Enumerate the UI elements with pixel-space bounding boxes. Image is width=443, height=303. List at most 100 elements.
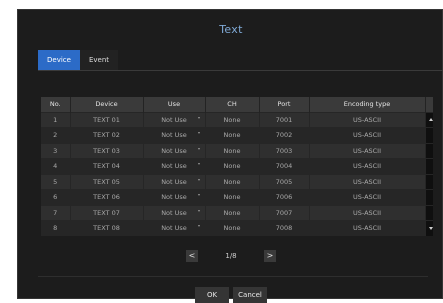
- row-use-select[interactable]: Not Use: [143, 111, 206, 128]
- tab-device[interactable]: Device: [38, 50, 80, 70]
- dialog-buttons: OK Cancel: [18, 287, 443, 303]
- row-use-select[interactable]: Not Use: [143, 173, 206, 190]
- table-row[interactable]: 3 TEXT 03 Not Use None 7003 US-ASCII: [41, 142, 433, 159]
- device-table: No. Device Use CH Port Encoding type 1 T…: [41, 97, 433, 236]
- row-encoding[interactable]: US-ASCII: [309, 189, 426, 205]
- arrow-down-icon: [428, 227, 433, 230]
- header-no: No.: [41, 97, 71, 112]
- cancel-button[interactable]: Cancel: [233, 287, 267, 303]
- row-no: 1: [41, 111, 71, 128]
- dropdown-arrow-icon: [197, 116, 200, 119]
- row-use-value: Not Use: [161, 224, 187, 233]
- row-port[interactable]: 7001: [259, 111, 310, 128]
- footer-divider: [38, 276, 428, 277]
- arrow-up-icon: [428, 117, 433, 121]
- row-no: 7: [41, 204, 71, 221]
- row-ch[interactable]: None: [205, 142, 260, 159]
- table-header-row: No. Device Use CH Port Encoding type: [41, 97, 433, 112]
- dialog-title: Text: [219, 23, 243, 36]
- row-encoding[interactable]: US-ASCII: [309, 220, 426, 236]
- dropdown-arrow-icon: [197, 209, 200, 212]
- row-port[interactable]: 7008: [259, 220, 310, 236]
- row-ch[interactable]: None: [205, 220, 260, 236]
- row-device: TEXT 06: [70, 189, 144, 205]
- table-row[interactable]: 2 TEXT 02 Not Use None 7002 US-ASCII: [41, 127, 433, 143]
- row-ch[interactable]: None: [205, 158, 260, 174]
- row-use-select[interactable]: Not Use: [143, 189, 206, 205]
- row-ch[interactable]: None: [205, 173, 260, 190]
- scrollbar-track[interactable]: [425, 204, 433, 221]
- row-device: TEXT 02: [70, 127, 144, 143]
- row-port[interactable]: 7003: [259, 142, 310, 159]
- dropdown-arrow-icon: [197, 178, 200, 181]
- row-no: 4: [41, 158, 71, 174]
- tab-bar: Device Event: [38, 50, 119, 70]
- scroll-down-button[interactable]: [425, 220, 433, 236]
- table-row[interactable]: 1 TEXT 01 Not Use None 7001 US-ASCII: [41, 111, 433, 128]
- tab-event[interactable]: Event: [79, 50, 119, 70]
- row-encoding[interactable]: US-ASCII: [309, 142, 426, 159]
- header-port: Port: [259, 97, 310, 112]
- row-no: 8: [41, 220, 71, 236]
- row-device: TEXT 03: [70, 142, 144, 159]
- dropdown-arrow-icon: [197, 225, 200, 227]
- row-port[interactable]: 7004: [259, 158, 310, 174]
- row-port[interactable]: 7002: [259, 127, 310, 143]
- row-no: 6: [41, 189, 71, 205]
- prev-page-button[interactable]: <: [186, 250, 198, 262]
- pagination: < 1/8 >: [18, 250, 443, 262]
- row-use-value: Not Use: [161, 193, 187, 202]
- scrollbar-track[interactable]: [425, 189, 433, 205]
- row-encoding[interactable]: US-ASCII: [309, 111, 426, 128]
- dropdown-arrow-icon: [197, 147, 200, 150]
- scrollbar-track[interactable]: [425, 173, 433, 190]
- row-use-value: Not Use: [161, 115, 187, 124]
- page-indicator: 1/8: [225, 252, 237, 260]
- row-ch[interactable]: None: [205, 189, 260, 205]
- header-device: Device: [70, 97, 144, 112]
- table-row[interactable]: 5 TEXT 05 Not Use None 7005 US-ASCII: [41, 173, 433, 190]
- row-ch[interactable]: None: [205, 111, 260, 128]
- row-use-value: Not Use: [161, 177, 187, 186]
- table-row[interactable]: 6 TEXT 06 Not Use None 7006 US-ASCII: [41, 189, 433, 205]
- row-port[interactable]: 7007: [259, 204, 310, 221]
- row-device: TEXT 01: [70, 111, 144, 128]
- text-settings-dialog: Text Device Event No. Device Use CH Port…: [17, 9, 443, 303]
- dropdown-arrow-icon: [197, 132, 200, 134]
- dropdown-arrow-icon: [197, 163, 200, 165]
- row-no: 2: [41, 127, 71, 143]
- row-port[interactable]: 7005: [259, 173, 310, 190]
- row-use-select[interactable]: Not Use: [143, 220, 206, 236]
- header-encoding-type: Encoding type: [309, 97, 426, 112]
- dropdown-arrow-icon: [197, 194, 200, 196]
- header-scroll-spacer: [425, 97, 433, 112]
- header-use[interactable]: Use: [143, 97, 206, 112]
- scroll-up-button[interactable]: [425, 111, 433, 128]
- table-row[interactable]: 8 TEXT 08 Not Use None 7008 US-ASCII: [41, 220, 433, 236]
- row-encoding[interactable]: US-ASCII: [309, 158, 426, 174]
- row-no: 5: [41, 173, 71, 190]
- row-encoding[interactable]: US-ASCII: [309, 127, 426, 143]
- row-device: TEXT 05: [70, 173, 144, 190]
- scrollbar-track[interactable]: [425, 127, 433, 143]
- row-use-select[interactable]: Not Use: [143, 204, 206, 221]
- header-ch: CH: [205, 97, 260, 112]
- ok-button[interactable]: OK: [195, 287, 229, 303]
- row-ch[interactable]: None: [205, 127, 260, 143]
- row-use-select[interactable]: Not Use: [143, 158, 206, 174]
- row-encoding[interactable]: US-ASCII: [309, 173, 426, 190]
- tab-divider: [38, 70, 443, 71]
- row-port[interactable]: 7006: [259, 189, 310, 205]
- scrollbar-track[interactable]: [425, 158, 433, 174]
- row-use-select[interactable]: Not Use: [143, 142, 206, 159]
- table-row[interactable]: 4 TEXT 04 Not Use None 7004 US-ASCII: [41, 158, 433, 174]
- row-ch[interactable]: None: [205, 204, 260, 221]
- row-use-select[interactable]: Not Use: [143, 127, 206, 143]
- row-encoding[interactable]: US-ASCII: [309, 204, 426, 221]
- scrollbar-track[interactable]: [425, 142, 433, 159]
- row-device: TEXT 04: [70, 158, 144, 174]
- table-row[interactable]: 7 TEXT 07 Not Use None 7007 US-ASCII: [41, 204, 433, 221]
- next-page-button[interactable]: >: [264, 250, 276, 262]
- row-use-value: Not Use: [161, 162, 187, 171]
- row-use-value: Not Use: [161, 208, 187, 217]
